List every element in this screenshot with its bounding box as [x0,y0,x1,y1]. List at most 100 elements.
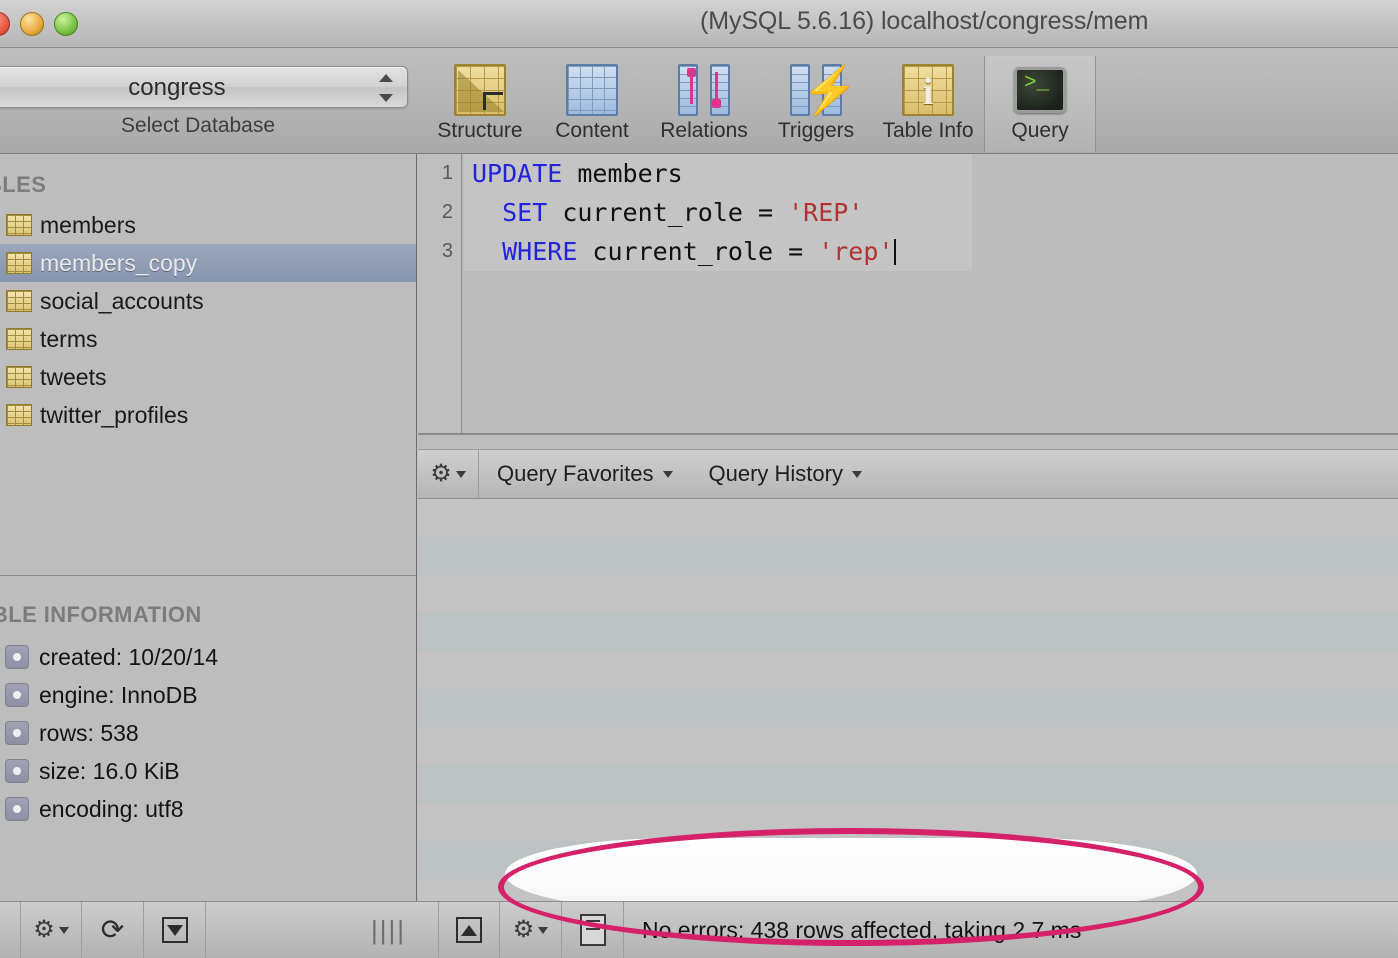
tab-query[interactable]: >_ Query [984,56,1096,152]
tab-content[interactable]: Content [536,56,648,152]
toolbar-tabs: Structure Content Relations [424,56,1096,154]
triangle-up-boxed-icon [456,917,482,943]
relations-icon [648,62,760,118]
sql-keyword: WHERE [502,237,577,266]
table-row[interactable] [418,689,1398,727]
console-log-button[interactable] [562,902,624,958]
tab-structure[interactable]: Structure [424,56,536,152]
tables-list: members members_copy social_accounts ter… [0,206,416,434]
query-history-menu[interactable]: Query History [691,450,880,498]
table-icon [6,252,32,274]
tab-table-info[interactable]: i Table Info [872,56,984,152]
editor-bottom-divider [418,433,1398,435]
chevron-down-icon [456,471,466,478]
database-selector-label: Select Database [0,114,408,138]
info-row-encoding: encoding: utf8 [6,790,416,828]
structure-icon [424,62,536,118]
sidebar: BLES members members_copy social_account… [0,154,417,901]
status-message: No errors; 438 rows affected, taking 2.7… [624,917,1081,944]
sidebar-item-label: members [40,212,136,239]
sidebar-item-tweets[interactable]: tweets [0,358,416,396]
info-row-engine: engine: InnoDB [6,676,416,714]
table-row[interactable] [418,765,1398,803]
database-selected-value: congress [0,74,365,102]
sidebar-gear-button[interactable]: ⚙ [20,902,82,958]
bullet-icon [5,797,29,821]
window-controls [0,12,78,36]
content-icon [536,62,648,118]
query-terminal-icon: >_ [985,62,1095,118]
sidebar-bottom-toolbar: ⚙ ⟳ |||| [0,901,418,958]
text-cursor [894,239,896,265]
tab-structure-label: Structure [424,119,536,143]
tab-table-info-label: Table Info [872,119,984,143]
tab-relations-label: Relations [648,119,760,143]
table-icon [6,404,32,426]
sql-identifier: members [562,159,682,188]
line-number: 3 [418,232,461,271]
table-row[interactable] [418,499,1398,537]
tab-triggers-label: Triggers [760,119,872,143]
triggers-icon: ⚡ [760,62,872,118]
code-line-2[interactable]: SET current_role = 'REP' [464,193,972,232]
table-information-header: BLE INFORMATION [0,584,416,634]
sidebar-refresh-button[interactable]: ⟳ [82,902,144,958]
sidebar-item-label: twitter_profiles [40,402,188,429]
table-information-section: BLE INFORMATION created: 10/20/14 engine… [0,584,416,828]
sidebar-item-twitter-profiles[interactable]: twitter_profiles [0,396,416,434]
refresh-icon: ⟳ [101,916,124,944]
results-pane-toggle-button[interactable] [438,902,500,958]
table-row[interactable] [418,613,1398,651]
sidebar-item-members[interactable]: members [0,206,416,244]
info-created: created: 10/20/14 [39,644,218,671]
query-toolbar: ⚙ Query Favorites Query History [418,449,1398,499]
code-line-3[interactable]: WHERE current_role = 'rep' [464,232,972,271]
info-engine: engine: InnoDB [39,682,198,709]
sequel-pro-window: (MySQL 5.6.16) localhost/congress/mem co… [0,0,1398,958]
query-gear-button[interactable]: ⚙ [418,450,479,498]
table-row[interactable] [418,803,1398,841]
sidebar-item-label: tweets [40,364,106,391]
sidebar-item-label: social_accounts [40,288,204,315]
close-button[interactable] [0,12,10,36]
status-gear-button[interactable]: ⚙ [500,902,562,958]
chevron-down-icon [59,927,69,934]
info-row-size: size: 16.0 KiB [6,752,416,790]
code-line-1[interactable]: UPDATE members [464,154,972,193]
tab-relations[interactable]: Relations [648,56,760,152]
table-icon [6,290,32,312]
query-favorites-menu[interactable]: Query Favorites [479,450,691,498]
pane-resize-grip[interactable]: |||| [371,915,406,946]
sidebar-filter-button[interactable] [144,902,206,958]
sql-keyword: SET [502,198,547,227]
query-history-label: Query History [709,461,843,487]
sql-code-area[interactable]: UPDATE members SET current_role = 'REP' … [464,154,1398,434]
table-row[interactable] [418,727,1398,765]
table-row[interactable] [418,651,1398,689]
bullet-icon [5,645,29,669]
tab-triggers[interactable]: ⚡ Triggers [760,56,872,152]
sidebar-item-label: members_copy [40,250,197,277]
table-icon [6,328,32,350]
status-toolbar: ⚙ No errors; 438 rows affected, taking 2… [418,901,1398,958]
sql-keyword: UPDATE [472,159,562,188]
info-row-rows: rows: 538 [6,714,416,752]
annotation-highlight-background [505,838,1197,910]
line-number-gutter: 1 2 3 [418,154,462,434]
minimize-button[interactable] [20,12,44,36]
sidebar-item-terms[interactable]: terms [0,320,416,358]
sql-editor[interactable]: 1 2 3 UPDATE members SET current_role = … [418,154,1398,434]
line-number: 2 [418,193,461,232]
sql-string: 'rep' [818,237,893,266]
sidebar-item-members-copy[interactable]: members_copy [0,244,416,282]
sql-string: 'REP' [788,198,863,227]
stepper-arrows-icon[interactable] [379,73,393,103]
table-info-icon: i [872,62,984,118]
table-row[interactable] [418,575,1398,613]
gear-icon: ⚙ [33,918,55,942]
zoom-button[interactable] [54,12,78,36]
info-size: size: 16.0 KiB [39,758,180,785]
sidebar-item-social-accounts[interactable]: social_accounts [0,282,416,320]
table-row[interactable] [418,537,1398,575]
database-selector[interactable]: congress [0,66,408,108]
